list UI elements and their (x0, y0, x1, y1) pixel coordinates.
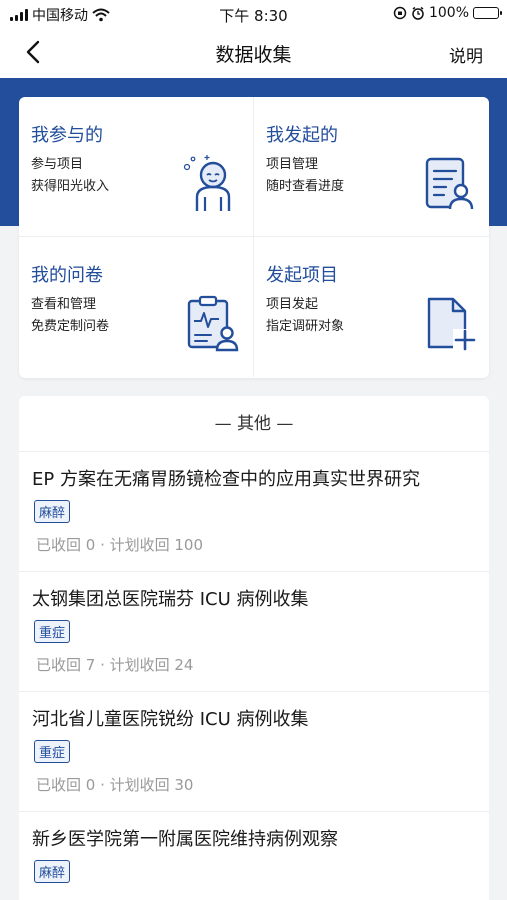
feature-start-project[interactable]: 发起项目 项目发起 指定调研对象 (254, 237, 489, 377)
feature-desc: 项目发起 (266, 297, 319, 312)
collection-stats: 已收回 7 · 计划收回 24 (36, 656, 194, 674)
category-tag: 麻醉 (34, 860, 71, 883)
category-tag: 麻醉 (34, 500, 71, 523)
feature-desc: 获得阳光收入 (31, 179, 110, 194)
feature-desc: 免费定制问卷 (31, 319, 110, 334)
feature-desc: 项目管理 (266, 157, 319, 172)
battery-percent: 100% (428, 5, 469, 21)
other-projects-list: — 其他 — EP 方案在无痛胃肠镜检查中的应用真实世界研究 麻醉 已收回 0 … (19, 396, 489, 900)
project-title: EP 方案在无痛胃肠镜检查中的应用真实世界研究 (32, 469, 420, 490)
feature-desc: 指定调研对象 (266, 319, 345, 334)
feature-my-initiated[interactable]: 我发起的 项目管理 随时查看进度 (254, 97, 489, 237)
clipboard-user-icon (187, 295, 239, 352)
feature-desc: 随时查看进度 (266, 179, 345, 194)
feature-title: 发起项目 (266, 265, 338, 286)
category-tag: 重症 (34, 620, 71, 643)
document-user-icon (425, 157, 474, 210)
list-item[interactable]: 河北省儿童医院锐纷 ICU 病例收集 重症 已收回 0 · 计划收回 30 (19, 692, 489, 812)
feature-desc: 参与项目 (31, 157, 84, 172)
nav-bar: 数据收集 说明 (0, 28, 507, 78)
help-button[interactable]: 说明 (449, 42, 483, 67)
feature-title: 我的问卷 (31, 265, 103, 286)
new-file-plus-icon (427, 297, 477, 351)
category-tag: 重症 (34, 740, 71, 763)
battery-icon (473, 7, 502, 19)
feature-my-questionnaire[interactable]: 我的问卷 查看和管理 免费定制问卷 (19, 237, 254, 377)
list-item[interactable]: 太钢集团总医院瑞芬 ICU 病例收集 重症 已收回 7 · 计划收回 24 (19, 572, 489, 692)
feature-desc: 查看和管理 (31, 297, 97, 312)
feature-my-participation[interactable]: 我参与的 参与项目 获得阳光收入 (19, 97, 254, 237)
collection-stats: 已收回 0 · 计划收回 30 (36, 776, 194, 794)
feature-title: 我发起的 (266, 125, 338, 146)
project-title: 太钢集团总医院瑞芬 ICU 病例收集 (32, 589, 309, 610)
section-header: — 其他 — (19, 396, 489, 452)
list-item[interactable]: 新乡医学院第一附属医院维持病例观察 麻醉 (19, 812, 489, 900)
page-title: 数据收集 (215, 44, 292, 66)
collection-stats: 已收回 0 · 计划收回 100 (36, 536, 204, 554)
orientation-lock-icon (393, 6, 407, 20)
feature-grid: 我参与的 参与项目 获得阳光收入 我发起的 项目管理 随时查看进度 我的问卷 查… (19, 97, 489, 378)
feature-title: 我参与的 (31, 125, 103, 146)
project-title: 新乡医学院第一附属医院维持病例观察 (32, 829, 338, 850)
participant-person-icon (183, 155, 231, 211)
status-bar: 中国移动 下午 8:30 100% (0, 0, 507, 28)
list-item[interactable]: EP 方案在无痛胃肠镜检查中的应用真实世界研究 麻醉 已收回 0 · 计划收回 … (19, 452, 489, 572)
project-title: 河北省儿童医院锐纷 ICU 病例收集 (32, 709, 309, 730)
alarm-icon (412, 6, 424, 20)
